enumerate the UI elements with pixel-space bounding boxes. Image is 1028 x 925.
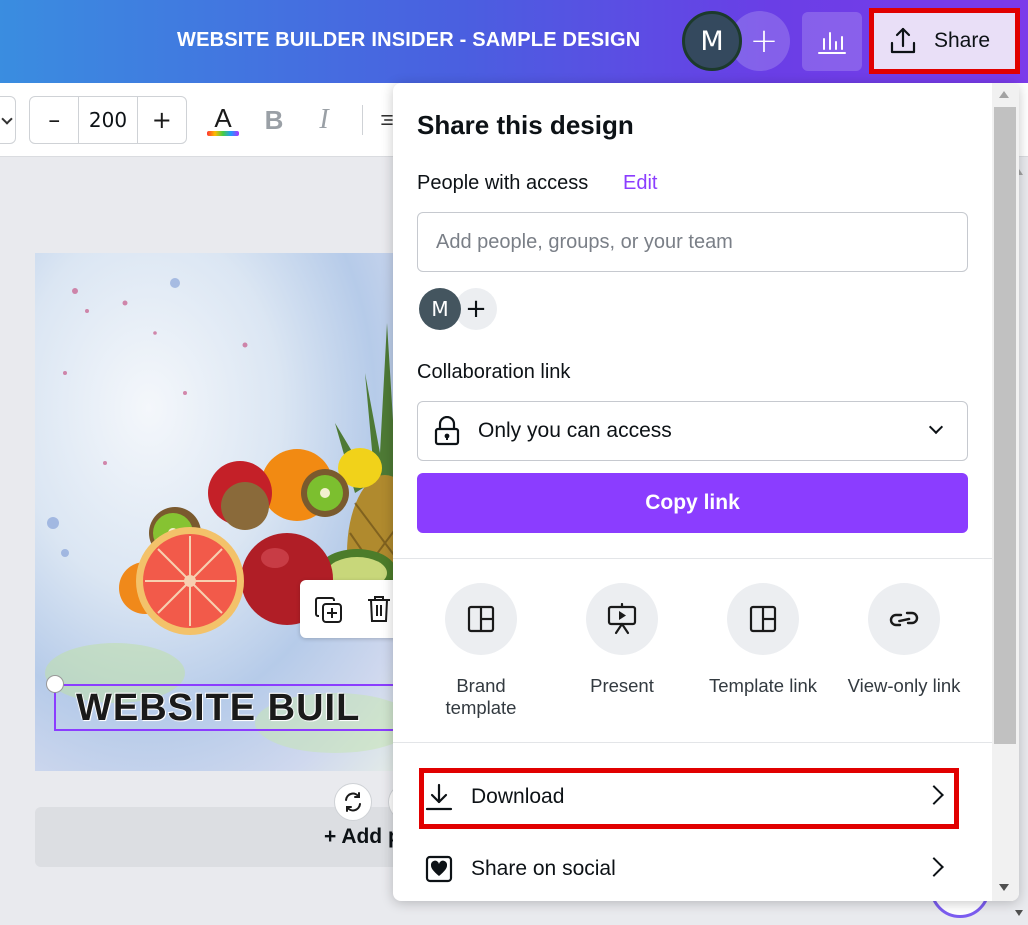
align-button[interactable] [380, 100, 394, 140]
add-page-label: + Add p [324, 825, 401, 848]
link-access-value: Only you can access [478, 419, 672, 442]
scroll-up-icon[interactable] [999, 91, 1009, 98]
duplicate-icon[interactable] [314, 596, 344, 624]
italic-button[interactable]: I [310, 100, 338, 140]
share-panel: Share this design People with access Edi… [393, 83, 1019, 901]
option-circle [445, 583, 517, 655]
insights-button[interactable] [802, 12, 862, 71]
option-circle [586, 583, 658, 655]
align-icon [381, 115, 393, 125]
template-icon [467, 605, 495, 633]
link-access-select[interactable]: Only you can access [417, 401, 968, 461]
resize-handle[interactable] [46, 675, 64, 693]
share-button[interactable]: Share [874, 13, 1015, 69]
rotate-icon [345, 792, 361, 812]
option-label: Present [590, 675, 654, 696]
download-label: Download [471, 785, 565, 808]
top-header: WEBSITE BUILDER INSIDER - SAMPLE DESIGN … [0, 0, 1028, 83]
section-divider [393, 742, 993, 743]
add-member-button[interactable]: + [455, 288, 497, 330]
toolbar-divider [362, 105, 363, 135]
template-link-icon [749, 605, 777, 633]
scroll-down-icon[interactable] [999, 884, 1009, 891]
present-option[interactable]: Present [552, 583, 692, 697]
brand-template-option[interactable]: Brand template [411, 583, 551, 719]
chevron-right-icon [924, 857, 944, 877]
copy-link-button[interactable]: Copy link [417, 473, 968, 533]
member-avatar[interactable]: M [419, 288, 461, 330]
text-color-button[interactable]: A [206, 100, 240, 140]
chevron-down-icon [928, 419, 944, 435]
bold-button[interactable]: B [260, 100, 288, 140]
document-title[interactable]: WEBSITE BUILDER INSIDER - SAMPLE DESIGN [177, 29, 640, 52]
edit-access-link[interactable]: Edit [623, 172, 657, 195]
upload-icon [890, 27, 916, 54]
decrease-font-button[interactable]: – [30, 97, 78, 143]
view-only-link-option[interactable]: View-only link [834, 583, 974, 697]
scroll-thumb[interactable] [994, 107, 1016, 744]
option-label: Template link [709, 675, 817, 696]
section-divider [393, 558, 993, 559]
option-circle [727, 583, 799, 655]
share-social-label: Share on social [471, 857, 616, 880]
collaboration-link-label: Collaboration link [417, 361, 571, 383]
text-color-icon: A [214, 102, 232, 133]
bold-icon: B [264, 104, 284, 135]
option-label: View-only link [847, 675, 961, 696]
page-scroll-down-icon[interactable] [1015, 910, 1023, 916]
option-circle [868, 583, 940, 655]
present-icon [607, 603, 637, 635]
link-icon [889, 611, 919, 627]
bar-chart-icon [818, 31, 846, 54]
option-label: Brand template [445, 675, 517, 718]
share-social-row[interactable]: Share on social [425, 842, 955, 896]
download-row[interactable]: Download [425, 770, 955, 824]
avatar[interactable]: M [682, 11, 742, 71]
share-label: Share [934, 29, 991, 52]
chevron-down-icon [1, 113, 13, 125]
panel-title: Share this design [417, 110, 634, 140]
add-people-input[interactable] [417, 212, 968, 272]
increase-font-button[interactable]: + [138, 97, 186, 143]
download-icon [425, 783, 453, 811]
font-size-value[interactable]: 200 [78, 97, 138, 143]
template-link-option[interactable]: Template link [693, 583, 833, 697]
color-strip [207, 130, 239, 136]
italic-icon: I [319, 104, 329, 135]
lock-icon [434, 416, 460, 446]
people-access-label: People with access [417, 172, 589, 194]
trash-icon[interactable] [366, 594, 392, 624]
heart-icon [425, 855, 453, 883]
font-dropdown[interactable] [0, 96, 16, 144]
design-heading-text[interactable]: WEBSITE BUIL [76, 687, 360, 730]
chevron-right-icon [924, 785, 944, 805]
rotate-button[interactable] [334, 783, 372, 821]
font-size-stepper: – 200 + [29, 96, 187, 144]
